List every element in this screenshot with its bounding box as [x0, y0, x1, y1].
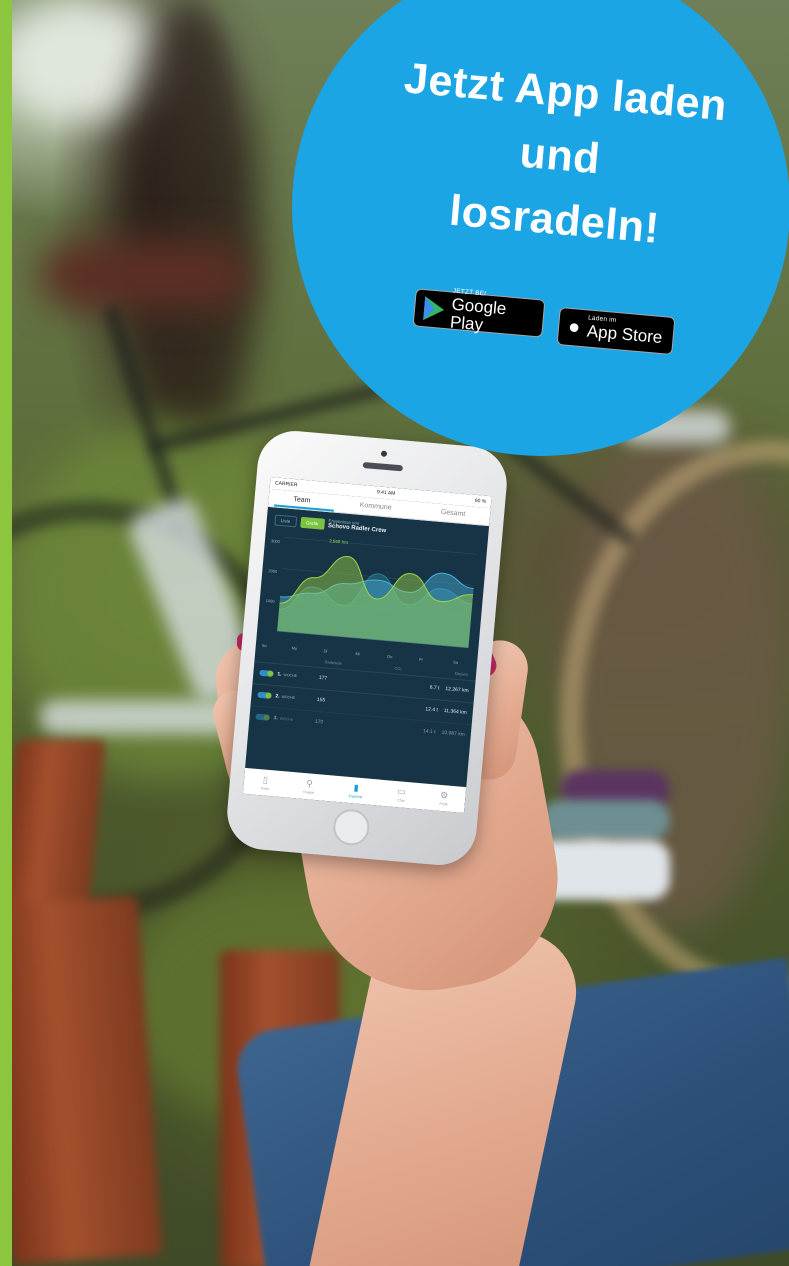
gear-icon: ⚙ [439, 789, 449, 801]
column-distanz: Distanz [454, 670, 469, 677]
x-tick-label: Mi [355, 650, 360, 656]
row-distance: 10.987 km [441, 729, 466, 738]
nav-label: Radeln [303, 789, 315, 795]
row-rank: 2. [275, 693, 280, 700]
list-toggle-button[interactable]: Liste [274, 514, 297, 528]
row-co2: 6.7 t [429, 684, 440, 692]
activity-chart: 2.568 km 3000 2000 1000 So Mo Di Mi Do F… [261, 530, 481, 665]
carrier-label: CARRIER [274, 480, 298, 489]
nav-label: Profil [439, 801, 448, 807]
nav-profil[interactable]: ⚙ Profil [439, 789, 449, 807]
chart-icon: ▮ [353, 781, 360, 793]
badge-big-text: App Store [586, 321, 664, 347]
nav-label: Karte [260, 785, 270, 791]
row-week: WOCHE [279, 716, 294, 722]
google-play-icon [423, 296, 446, 322]
accent-strip [0, 0, 12, 1266]
app-store-text: Laden im App Store [586, 315, 664, 348]
promo-headline: Jetzt App laden und losradeln! [323, 40, 789, 271]
row-count: 155 [316, 696, 326, 704]
row-distance: 12.267 km [445, 686, 469, 695]
tab-gesamt[interactable]: Gesamt [441, 509, 466, 518]
x-tick-label: Sa [452, 659, 459, 665]
row-co2: 12.4 t [425, 706, 439, 714]
row-toggle[interactable] [255, 713, 270, 721]
row-count: 170 [314, 718, 324, 726]
nav-chat[interactable]: ▭ Chat [396, 785, 407, 803]
row-rank: 3. [273, 715, 278, 722]
x-tick-label: Mo [291, 645, 298, 651]
row-toggle[interactable] [257, 691, 272, 699]
team-name: Schovo Radler Crew [327, 523, 387, 535]
x-tick-label: Fr [419, 656, 424, 662]
google-play-text: JETZT BEI Google Play [449, 288, 536, 340]
map-icon: ▯ [262, 773, 269, 785]
row-toggle[interactable] [259, 669, 274, 678]
x-tick-label: So [261, 642, 267, 648]
nav-ergebnis[interactable]: ▮ Ergebnis [348, 781, 363, 799]
tab-team[interactable]: Team [293, 496, 311, 504]
chart-plot [277, 536, 477, 648]
x-tick-label: Do [387, 653, 393, 659]
clock-label: 9:41 AM [376, 489, 396, 497]
column-co2: CO₂ [394, 665, 403, 671]
battery-label: 60 % [474, 497, 487, 505]
row-count: 177 [318, 675, 328, 682]
smartphone: CARRIER 9:41 AM 60 % Team Kommune Gesamt… [224, 427, 510, 869]
bike-icon: ⚲ [305, 777, 314, 789]
apple-icon: ● [567, 315, 582, 339]
row-distance: 11.364 km [443, 708, 467, 717]
tab-kommune[interactable]: Kommune [359, 502, 391, 512]
app-screen: CARRIER 9:41 AM 60 % Team Kommune Gesamt… [242, 476, 492, 814]
row-week: WOCHE [281, 694, 296, 700]
row-rank: 1. [277, 671, 282, 678]
x-tick-label: Di [323, 647, 328, 654]
row-co2: 14.1 t [422, 728, 436, 736]
chat-icon: ▭ [397, 785, 407, 797]
row-week: WOCHE [283, 672, 298, 679]
nav-label: Ergebnis [348, 793, 363, 799]
column-radelnde: Radelnde [324, 658, 342, 666]
nav-radeln[interactable]: ⚲ Radeln [303, 777, 315, 795]
badge-big-text: Google Play [449, 294, 508, 335]
nav-karte[interactable]: ▯ Karte [260, 773, 270, 791]
graph-toggle-button[interactable]: Grafik [299, 516, 325, 530]
results-caption: Ergebnisse von Schovo Radler Crew [328, 518, 387, 536]
nav-label: Chat [397, 797, 405, 803]
